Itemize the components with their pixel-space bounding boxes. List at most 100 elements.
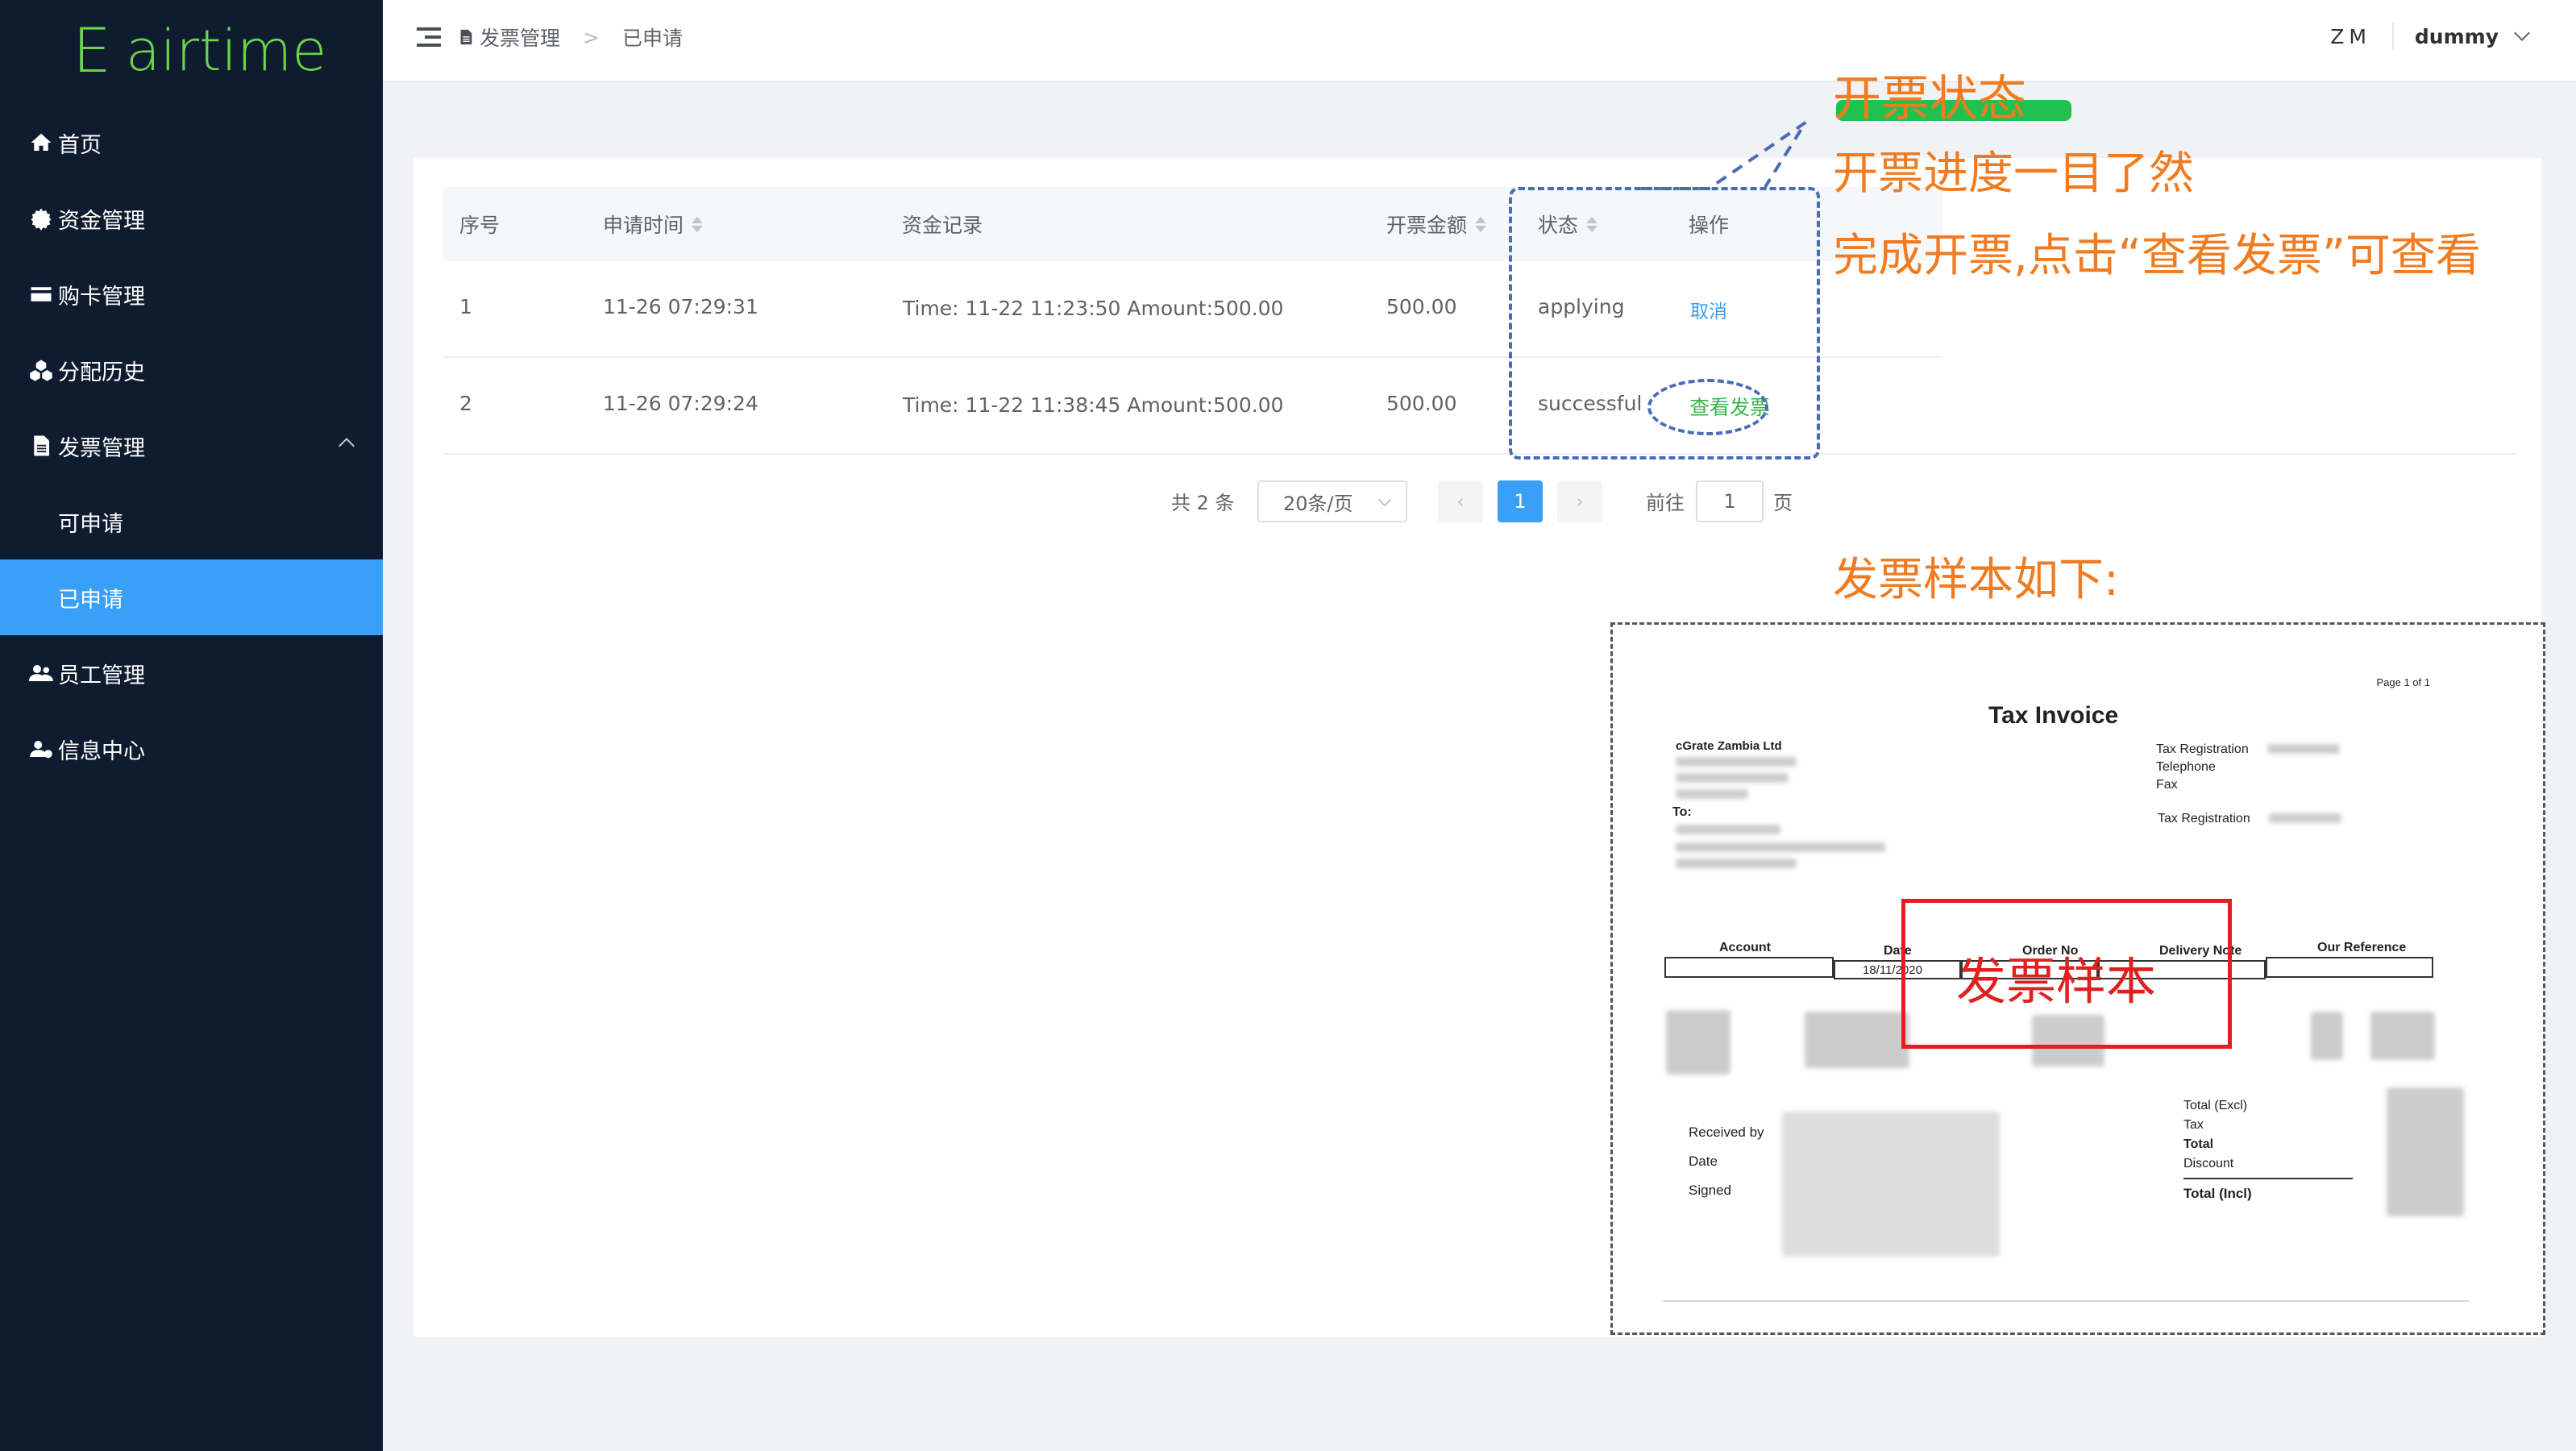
redacted-text [1676, 789, 1748, 799]
page-number-button[interactable]: 1 [1498, 480, 1543, 522]
redacted-text [1666, 1010, 1730, 1075]
chevron-left-icon: ‹ [1456, 490, 1465, 513]
sidebar-item-staff[interactable]: 员工管理 [0, 635, 383, 711]
totals-divider [2183, 1178, 2353, 1179]
account-box [1664, 957, 1834, 978]
next-page-button[interactable]: › [1557, 480, 1602, 522]
sidebar-item-label: 分配历史 [58, 360, 145, 385]
redacted-text [1676, 859, 1797, 868]
sidebar-item-info[interactable]: 信息中心 [0, 711, 383, 787]
page-size-select[interactable]: 20条/页 [1257, 480, 1407, 522]
column-header-apply-time[interactable]: 申请时间 [603, 187, 704, 261]
cell-fund-record: Time: 11-22 11:38:45 Amount:500.00 [903, 393, 1284, 417]
sidebar-menu: 首页 资金管理 购卡管理 分配历史 发票管理 可申请 已申请 员工管理 信息中心 [0, 105, 383, 787]
annotation-sample-heading: 发票样本如下: [1833, 554, 2119, 606]
breadcrumb-parent[interactable]: 发票管理 [480, 23, 560, 52]
telephone-label: Telephone [2156, 760, 2216, 774]
annotation-title-text: 开票状态 [1833, 71, 2026, 127]
row-divider [443, 453, 2516, 455]
sample-stamp-text: 发票样本 [1956, 952, 2157, 1011]
page-suffix: 页 [1773, 492, 1793, 514]
sidebar-item-funds[interactable]: 资金管理 [0, 181, 383, 256]
column-header-amount[interactable]: 开票金额 [1386, 187, 1487, 261]
col-account: Account [1719, 941, 1771, 954]
invoice-to: To: [1672, 805, 1692, 819]
annotation-title: 开票状态 [1833, 60, 2073, 127]
sidebar-item-history[interactable]: 分配历史 [0, 332, 383, 408]
total-incl-label: Total (Incl) [2183, 1186, 2252, 1201]
prev-page-button[interactable]: ‹ [1438, 480, 1483, 522]
redacted-text [2269, 813, 2341, 823]
redacted-text [1676, 773, 1789, 783]
sidebar-item-applied[interactable]: 已申请 [0, 559, 383, 635]
redacted-text [2370, 1012, 2435, 1060]
redacted-text [2311, 1012, 2343, 1060]
pagination-total: 共 2 条 [1171, 492, 1235, 514]
sidebar-item-applicable[interactable]: 可申请 [0, 484, 383, 559]
document-icon [27, 434, 55, 458]
sidebar-item-cards[interactable]: 购卡管理 [0, 256, 383, 332]
user-area: ZM dummy [2330, 23, 2530, 50]
sidebar-item-label: 资金管理 [58, 208, 145, 234]
invoice-title: Tax Invoice [1988, 702, 2119, 729]
goto-page-input[interactable]: 1 [1696, 480, 1764, 522]
logo-letter: E [73, 15, 112, 86]
total-excl-label: Total (Excl) [2183, 1099, 2248, 1112]
col-our-reference: Our Reference [2317, 941, 2407, 954]
app-logo[interactable]: E airtime [73, 15, 326, 87]
tax-registration-label-2: Tax Registration [2158, 812, 2250, 825]
menu-toggle-icon[interactable] [417, 27, 441, 48]
received-by-label: Received by [1689, 1125, 1764, 1140]
sidebar-item-label: 信息中心 [58, 738, 145, 764]
discount-label: Discount [2183, 1157, 2234, 1170]
redacted-text [1676, 825, 1780, 834]
sidebar-item-label: 购卡管理 [58, 284, 145, 310]
home-icon [27, 131, 55, 155]
cell-index: 1 [459, 295, 472, 318]
user-name[interactable]: dummy [2415, 25, 2499, 48]
sidebar-item-label: 发票管理 [58, 435, 145, 461]
invoice-footer-line [1663, 1300, 2469, 1302]
annotation-line1: 开票进度一目了然 [1833, 148, 2194, 200]
invoice-company: cGrate Zambia Ltd [1676, 739, 1782, 753]
user-initials[interactable]: ZM [2330, 25, 2371, 48]
sidebar: E airtime 首页 资金管理 购卡管理 分配历史 发票管理 可申请 已申请 [0, 0, 383, 1451]
users-icon [27, 661, 55, 685]
invoice-page: Page 1 of 1 [2376, 676, 2431, 688]
cell-apply-time: 11-26 07:29:24 [603, 392, 758, 415]
redacted-text [2267, 744, 2340, 754]
redacted-text [1676, 757, 1797, 767]
cell-fund-record: Time: 11-22 11:23:50 Amount:500.00 [903, 297, 1284, 320]
column-header-index: 序号 [459, 214, 501, 237]
breadcrumb-separator: > [583, 25, 600, 49]
document-icon [460, 29, 472, 45]
redacted-text [2387, 1087, 2464, 1216]
callout-connector [1641, 121, 1807, 190]
cubes-icon [27, 358, 55, 382]
chevron-down-icon [1377, 493, 1392, 507]
cell-amount: 500.00 [1386, 392, 1457, 415]
chevron-right-icon: › [1576, 490, 1584, 513]
sidebar-item-label: 员工管理 [58, 663, 145, 688]
sidebar-item-label: 可申请 [58, 511, 123, 537]
redacted-text [1805, 1012, 1909, 1068]
sort-icon[interactable] [1475, 216, 1487, 232]
cell-amount: 500.00 [1386, 295, 1457, 318]
logo-text: airtime [126, 18, 327, 84]
chevron-down-icon[interactable] [2514, 25, 2530, 41]
tax-registration-label: Tax Registration [2156, 742, 2249, 756]
page-size-value: 20条/页 [1283, 492, 1353, 515]
top-header: 发票管理 > 已申请 ZM dummy [383, 0, 2576, 82]
tax-label: Tax [2183, 1118, 2204, 1132]
chevron-up-icon [339, 438, 355, 454]
sidebar-item-label: 已申请 [58, 587, 123, 613]
total-label: Total [2183, 1137, 2214, 1151]
sidebar-item-invoices[interactable]: 发票管理 [0, 408, 383, 484]
sidebar-item-home[interactable]: 首页 [0, 105, 383, 181]
sort-icon[interactable] [692, 216, 704, 232]
date-label: Date [1689, 1154, 1718, 1169]
goto-label: 前往 [1646, 492, 1685, 514]
invoice-sample: Page 1 of 1 Tax Invoice cGrate Zambia Lt… [1610, 622, 2545, 1335]
redacted-text [1676, 842, 1885, 852]
stamp-image [1782, 1112, 2000, 1257]
